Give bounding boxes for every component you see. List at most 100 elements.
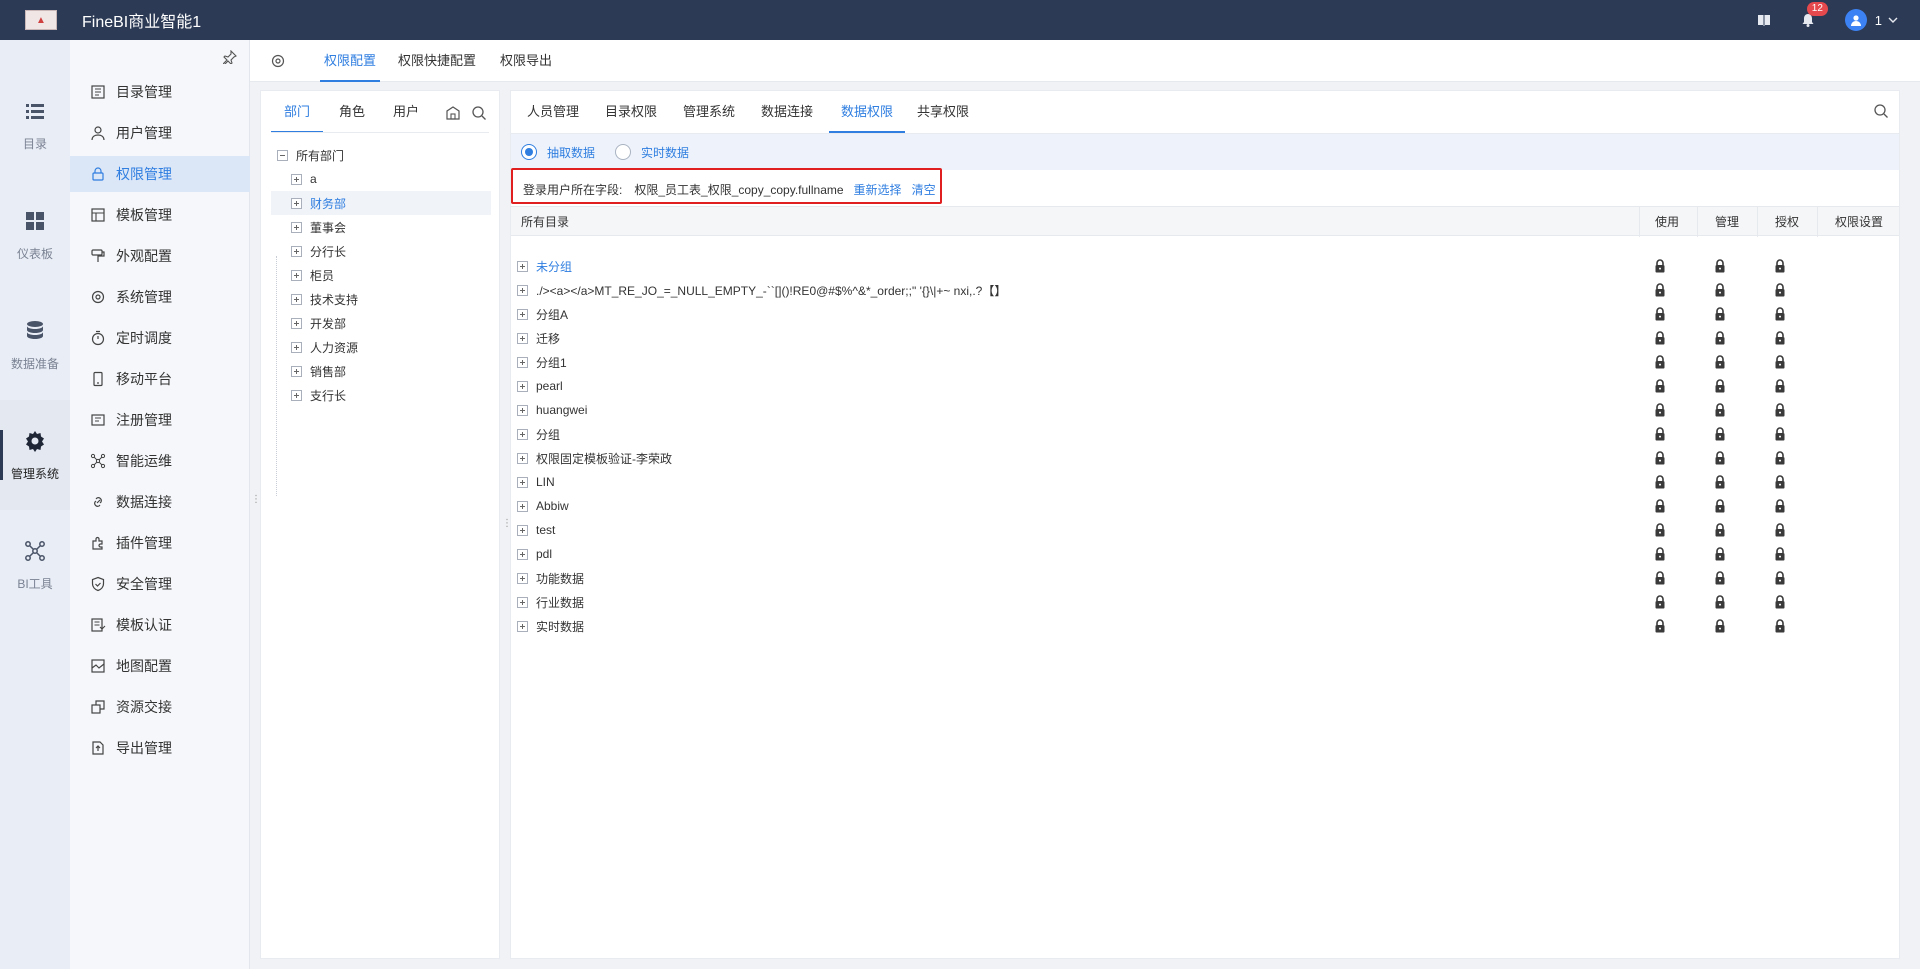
bell-icon[interactable]: 12 [1801,2,1828,27]
lock-icon[interactable] [1654,619,1666,633]
tree-item[interactable]: 技术支持 [271,287,491,311]
tree-item[interactable]: 财务部 [271,191,491,215]
settings-icon[interactable] [270,53,286,69]
collapse-icon[interactable] [277,149,288,161]
catalog-row[interactable]: 分组A [511,302,1899,326]
catalog-row[interactable]: 功能数据 [511,566,1899,590]
tree-root[interactable]: 所有部门 [271,143,491,167]
catalog-row[interactable]: 迁移 [511,326,1899,350]
tree-item[interactable]: 人力资源 [271,335,491,359]
expand-icon[interactable] [291,197,302,209]
lock-icon[interactable] [1654,571,1666,585]
menu-item-templates[interactable]: 模板管理 [70,197,250,233]
lock-icon[interactable] [1654,307,1666,321]
tab-data-connection[interactable]: 数据连接 [761,91,813,133]
menu-item-template-cert[interactable]: 模板认证 [70,607,250,643]
menu-item-permissions[interactable]: 权限管理 [70,156,250,192]
rail-item-management[interactable]: 管理系统 [0,400,70,510]
tab-quick-config[interactable]: 权限快捷配置 [398,40,476,82]
menu-item-catalog[interactable]: 目录管理 [70,74,250,110]
lock-icon[interactable] [1714,523,1726,537]
lock-icon[interactable] [1774,451,1786,465]
catalog-row[interactable]: 分组1 [511,350,1899,374]
expand-icon[interactable] [517,332,528,344]
catalog-row[interactable]: 权限固定模板验证-李荣政 [511,446,1899,470]
expand-icon[interactable] [517,356,528,368]
expand-icon[interactable] [291,173,302,185]
menu-item-users[interactable]: 用户管理 [70,115,250,151]
menu-item-map[interactable]: 地图配置 [70,648,250,684]
lock-icon[interactable] [1714,427,1726,441]
lock-icon[interactable] [1774,499,1786,513]
radio-extract-data[interactable]: 抽取数据 [521,144,595,161]
tab-user[interactable]: 用户 [393,91,419,133]
lock-icon[interactable] [1714,451,1726,465]
tree-item[interactable]: 柜员 [271,263,491,287]
expand-icon[interactable] [291,221,302,233]
rail-item-dashboard[interactable]: 仪表板 [0,180,70,290]
lock-icon[interactable] [1654,331,1666,345]
lock-icon[interactable] [1774,283,1786,297]
expand-icon[interactable] [517,596,528,608]
catalog-row[interactable]: pdl [511,542,1899,566]
expand-icon[interactable] [517,404,528,416]
expand-icon[interactable] [291,245,302,257]
catalog-row[interactable]: 行业数据 [511,590,1899,614]
expand-icon[interactable] [291,341,302,353]
catalog-row[interactable]: ./><a></a>MT_RE_JO_=_NULL_EMPTY_-``[]()!… [511,278,1899,302]
catalog-row[interactable]: huangwei [511,398,1899,422]
tab-share-permission[interactable]: 共享权限 [917,91,969,133]
tree-item[interactable]: a [271,167,491,191]
expand-icon[interactable] [291,317,302,329]
panel-resize-handle[interactable]: ⋮ [251,494,261,505]
lock-icon[interactable] [1654,379,1666,393]
lock-icon[interactable] [1714,331,1726,345]
lock-icon[interactable] [1774,571,1786,585]
tab-catalog-permission[interactable]: 目录权限 [605,91,657,133]
expand-icon[interactable] [517,476,528,488]
menu-item-data-connection[interactable]: 数据连接 [70,484,250,520]
menu-item-mobile[interactable]: 移动平台 [70,361,250,397]
expand-icon[interactable] [291,293,302,305]
lock-icon[interactable] [1654,427,1666,441]
lock-icon[interactable] [1714,307,1726,321]
expand-icon[interactable] [517,524,528,536]
menu-item-security[interactable]: 安全管理 [70,566,250,602]
catalog-row[interactable]: 实时数据 [511,614,1899,638]
expand-icon[interactable] [517,548,528,560]
menu-item-schedule[interactable]: 定时调度 [70,320,250,356]
lock-icon[interactable] [1714,355,1726,369]
expand-icon[interactable] [517,452,528,464]
menu-item-ops[interactable]: 智能运维 [70,443,250,479]
pin-icon[interactable] [223,50,237,64]
org-structure-icon[interactable] [445,105,461,121]
menu-item-export[interactable]: 导出管理 [70,730,250,766]
lock-icon[interactable] [1654,523,1666,537]
book-icon[interactable] [1757,14,1771,26]
lock-icon[interactable] [1774,331,1786,345]
lock-icon[interactable] [1774,259,1786,273]
tree-item[interactable]: 销售部 [271,359,491,383]
lock-icon[interactable] [1714,547,1726,561]
catalog-row[interactable]: 分组 [511,422,1899,446]
lock-icon[interactable] [1774,379,1786,393]
lock-icon[interactable] [1654,475,1666,489]
tab-department[interactable]: 部门 [271,91,323,133]
menu-item-appearance[interactable]: 外观配置 [70,238,250,274]
lock-icon[interactable] [1654,547,1666,561]
lock-icon[interactable] [1774,403,1786,417]
tab-permission-config[interactable]: 权限配置 [320,40,380,82]
radio-realtime-data[interactable]: 实时数据 [615,144,689,161]
lock-icon[interactable] [1714,571,1726,585]
lock-icon[interactable] [1714,379,1726,393]
lock-icon[interactable] [1714,499,1726,513]
expand-icon[interactable] [517,308,528,320]
expand-icon[interactable] [517,620,528,632]
tree-item[interactable]: 支行长 [271,383,491,407]
tab-permission-export[interactable]: 权限导出 [500,40,552,82]
lock-icon[interactable] [1774,307,1786,321]
expand-icon[interactable] [517,428,528,440]
lock-icon[interactable] [1714,595,1726,609]
lock-icon[interactable] [1774,355,1786,369]
expand-icon[interactable] [517,260,528,272]
